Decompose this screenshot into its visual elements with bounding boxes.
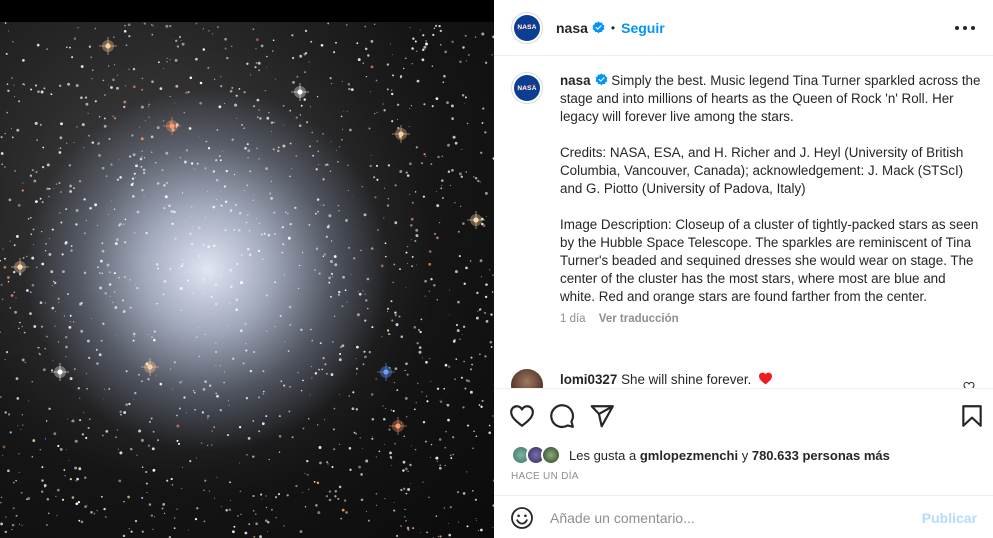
post-timestamp[interactable]: HACE UN DÍA [511, 471, 579, 482]
caption-text: nasa Simply the best. Music legend Tina … [560, 72, 981, 306]
post-header: NASA nasa • Seguir [494, 0, 993, 56]
like-heart-icon[interactable] [509, 403, 535, 429]
separator-dot: • [610, 20, 616, 35]
emoji-icon[interactable] [510, 506, 534, 530]
star-cluster-image[interactable] [0, 22, 494, 538]
author-avatar[interactable]: NASA [511, 11, 543, 44]
publish-button[interactable]: Publicar [922, 510, 977, 526]
action-bar [509, 403, 982, 429]
caption-paragraph-2: Credits: NASA, ESA, and H. Richer and J.… [560, 145, 964, 196]
post-actions: Les gusta a gmlopezmenchi y 780.633 pers… [494, 388, 993, 538]
commenter-avatar[interactable] [511, 369, 543, 388]
caption-time[interactable]: 1 día [560, 313, 586, 325]
commenter-username[interactable]: lomi0327 [560, 372, 617, 387]
liker-avatar[interactable] [541, 445, 561, 465]
red-heart-emoji-icon [759, 372, 773, 385]
caption-paragraph-3: Image Description: Closeup of a cluster … [560, 217, 979, 304]
likes-summary: Les gusta a gmlopezmenchi y 780.633 pers… [511, 445, 890, 465]
post-panel: NASA nasa • Seguir NASA nasa Simply the … [494, 0, 993, 538]
comment-item: lomi0327 She will shine forever. [511, 369, 981, 388]
likes-prefix: Les gusta a [569, 447, 637, 463]
author-username[interactable]: nasa [556, 20, 588, 36]
comment-composer: Añade un comentario... Publicar [494, 495, 993, 538]
nasa-logo: NASA [514, 14, 540, 41]
post-media [0, 0, 494, 538]
comment-bubble-icon[interactable] [549, 403, 575, 429]
comment-like-heart-icon[interactable] [963, 381, 975, 388]
nasa-logo: NASA [514, 75, 540, 101]
liker-username[interactable]: gmlopezmenchi [640, 448, 738, 463]
caption-username[interactable]: nasa [560, 73, 591, 88]
share-send-icon[interactable] [589, 403, 615, 429]
liker-avatars [511, 445, 563, 465]
caption-paragraph-1: Simply the best. Music legend Tina Turne… [560, 73, 981, 124]
caption-meta: 1 día Ver traducción [560, 313, 981, 325]
follow-button[interactable]: Seguir [621, 20, 665, 36]
verified-badge-icon [595, 73, 607, 86]
save-bookmark-icon[interactable] [959, 403, 985, 429]
likes-count[interactable]: 780.633 personas más [752, 448, 890, 463]
verified-badge-icon [592, 21, 605, 34]
comment-body: She will shine forever. [621, 372, 752, 387]
more-options-icon[interactable] [955, 18, 975, 38]
likes-connector: y [741, 447, 749, 463]
translate-link[interactable]: Ver traducción [599, 313, 679, 325]
comment-input[interactable]: Añade un comentario... [550, 510, 922, 526]
caption-author-avatar[interactable]: NASA [511, 72, 543, 104]
star-field [0, 22, 494, 538]
comment-text: lomi0327 She will shine forever. [560, 369, 981, 388]
comments-section[interactable]: NASA nasa Simply the best. Music legend … [494, 56, 993, 388]
post-caption: NASA nasa Simply the best. Music legend … [511, 72, 981, 325]
